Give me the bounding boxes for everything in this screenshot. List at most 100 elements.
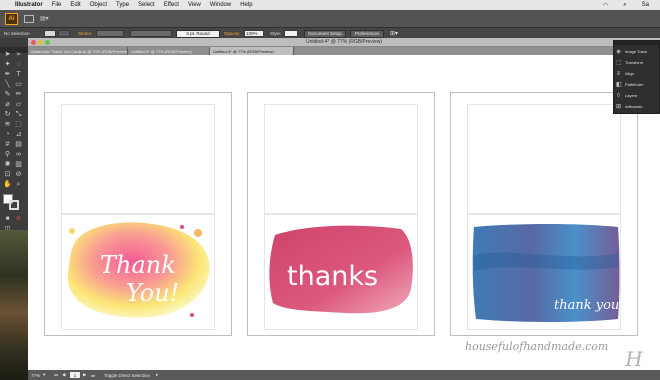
stroke-color-box[interactable] — [9, 200, 19, 210]
zoom-level: 77% — [31, 372, 41, 378]
panel-layers[interactable]: ◊ Layers — [616, 90, 637, 101]
pen-tool-icon[interactable]: ✒ — [3, 71, 12, 79]
zoom-tool-icon[interactable]: ⌕ — [14, 181, 23, 189]
menu-object[interactable]: Object — [90, 2, 107, 8]
panel-image-trace[interactable]: ◈ Image Trace — [616, 46, 647, 57]
stroke-label[interactable]: Stroke: — [78, 30, 92, 37]
arrange-menu-icon[interactable]: ⊞▾ — [390, 30, 398, 37]
zoom-level-field[interactable]: 77% ▾ — [31, 372, 45, 378]
menu-select[interactable]: Select — [138, 2, 155, 8]
document-setup-button[interactable]: Document Setup — [304, 29, 346, 38]
bridge-icon[interactable] — [24, 14, 34, 23]
artboard-number-field[interactable]: 1 — [70, 372, 80, 378]
transform-icon: ⬚ — [616, 60, 622, 66]
graph-tool-icon[interactable]: ▥ — [14, 161, 23, 169]
tab-watercolor-cards[interactable]: Watercolor Thank You Cards.ai @ 74% (RGB… — [28, 47, 128, 55]
minimize-window-icon[interactable] — [38, 40, 43, 45]
first-artboard-icon[interactable]: ⏮ — [54, 372, 58, 378]
artboard-number: 1 — [73, 372, 77, 378]
line-tool-icon[interactable]: ╲ — [3, 81, 12, 89]
type-tool-icon[interactable]: T — [14, 71, 23, 79]
preferences-button[interactable]: Preferences — [350, 29, 384, 38]
panel-dock-header[interactable] — [614, 41, 659, 45]
magic-wand-icon[interactable]: ✦ — [3, 61, 12, 69]
current-tool-label[interactable]: Toggle Direct Selection — [104, 372, 150, 378]
document-title: Untitled-4* @ 77% (RGB/Preview) — [306, 39, 382, 45]
panel-pathfinder[interactable]: ◧ Pathfinder — [616, 79, 643, 90]
color-mode-icon[interactable]: ■ — [3, 215, 12, 223]
opacity-value: 100% — [246, 31, 258, 36]
artboard-canvas[interactable]: Thank You! thanks thank you — [28, 55, 660, 370]
panel-item-label: Image Trace — [625, 49, 648, 54]
rotate-tool-icon[interactable]: ↻ — [3, 111, 12, 119]
artboard-tool-icon[interactable]: ⊡ — [3, 171, 12, 179]
panel-align[interactable]: ≡ Align — [616, 68, 634, 79]
none-color-icon[interactable]: ⊘ — [14, 215, 23, 223]
zoom-window-icon[interactable] — [45, 40, 50, 45]
thank-you-card-2[interactable]: thanks — [247, 92, 435, 336]
stroke-weight-field[interactable] — [96, 30, 124, 37]
card-front-blank — [61, 104, 215, 214]
menu-type[interactable]: Type — [116, 2, 129, 8]
lasso-tool-icon[interactable]: ◌ — [14, 61, 23, 69]
menu-right-text[interactable]: Sa — [642, 2, 649, 8]
menu-help[interactable]: Help — [240, 2, 252, 8]
panel-transform[interactable]: ⬚ Transform — [616, 57, 643, 68]
direct-selection-tool-icon[interactable]: ➢ — [14, 51, 23, 59]
opacity-label[interactable]: Opacity: — [224, 30, 241, 37]
pencil-tool-icon[interactable]: ✏ — [14, 91, 23, 99]
panel-artboards[interactable]: ⊞ Artboards — [616, 101, 642, 112]
rectangle-tool-icon[interactable]: ▭ — [14, 81, 23, 89]
panel-item-label: Pathfinder — [625, 82, 644, 87]
close-window-icon[interactable] — [31, 40, 36, 45]
stroke-swatch[interactable] — [58, 30, 70, 37]
menu-view[interactable]: View — [188, 2, 201, 8]
card-art-panel: thanks — [264, 214, 418, 330]
arrange-documents-icon[interactable]: ▤▾ — [40, 15, 52, 23]
variable-width-profile[interactable] — [130, 30, 172, 37]
last-artboard-icon[interactable]: ⏭ — [91, 372, 95, 378]
blend-tool-icon[interactable]: ∞ — [14, 151, 23, 159]
card-1-text-line2: You! — [126, 279, 179, 307]
fill-swatch[interactable] — [44, 30, 56, 37]
card-3-artwork: thank you — [472, 224, 620, 322]
thank-you-card-1[interactable]: Thank You! — [44, 92, 232, 336]
wifi-icon[interactable]: ◠ — [603, 2, 608, 9]
mesh-tool-icon[interactable]: # — [3, 141, 12, 149]
paint-splatter — [180, 225, 184, 229]
eraser-tool-icon[interactable]: ▱ — [14, 101, 23, 109]
symbol-sprayer-icon[interactable]: ✺ — [3, 161, 12, 169]
menu-file[interactable]: File — [52, 2, 62, 8]
previous-artboard-icon[interactable]: ◀ — [62, 372, 65, 378]
desktop-background-strip — [0, 230, 28, 380]
status-menu-icon[interactable]: ▸ — [156, 372, 158, 378]
blob-brush-icon[interactable]: ⌀ — [3, 101, 12, 109]
search-icon[interactable]: ⌕ — [623, 2, 626, 9]
paintbrush-tool-icon[interactable]: ✎ — [3, 91, 12, 99]
gradient-tool-icon[interactable]: ▤ — [14, 141, 23, 149]
brush-definition[interactable]: 5 pt. Round — [176, 29, 220, 38]
tab-untitled-4[interactable]: Untitled-4* @ 77% (RGB/Preview) — [210, 47, 294, 55]
selection-tool-icon[interactable]: ➤ — [3, 51, 12, 59]
slice-tool-icon[interactable]: ⊘ — [14, 171, 23, 179]
opacity-field[interactable]: 100% — [244, 30, 264, 37]
perspective-grid-icon[interactable]: ⊿ — [14, 131, 23, 139]
menu-effect[interactable]: Effect — [164, 2, 179, 8]
menu-edit[interactable]: Edit — [70, 2, 80, 8]
card-1-artwork: Thank You! — [67, 222, 210, 318]
tab-untitled-2[interactable]: Untitled-2* @ 77% (RGB/Preview) — [128, 47, 210, 55]
shape-builder-icon[interactable]: ◔ — [3, 131, 12, 139]
illustrator-logo: Ai — [5, 12, 18, 25]
thank-you-card-3[interactable]: thank you — [450, 92, 638, 336]
free-transform-icon[interactable]: ⬚ — [14, 121, 23, 129]
eyedropper-tool-icon[interactable]: ⚲ — [3, 151, 12, 159]
align-icon: ≡ — [616, 70, 621, 77]
next-artboard-icon[interactable]: ▶ — [83, 372, 86, 378]
application-bar: Ai ▤▾ — [0, 10, 660, 27]
graphic-style-swatch[interactable] — [284, 30, 298, 37]
scale-tool-icon[interactable]: ⤡ — [14, 111, 23, 119]
hand-tool-icon[interactable]: ✋ — [3, 181, 12, 189]
menu-window[interactable]: Window — [210, 2, 231, 8]
menu-app-name[interactable]: Illustrator — [15, 2, 43, 8]
width-tool-icon[interactable]: ≋ — [3, 121, 12, 129]
